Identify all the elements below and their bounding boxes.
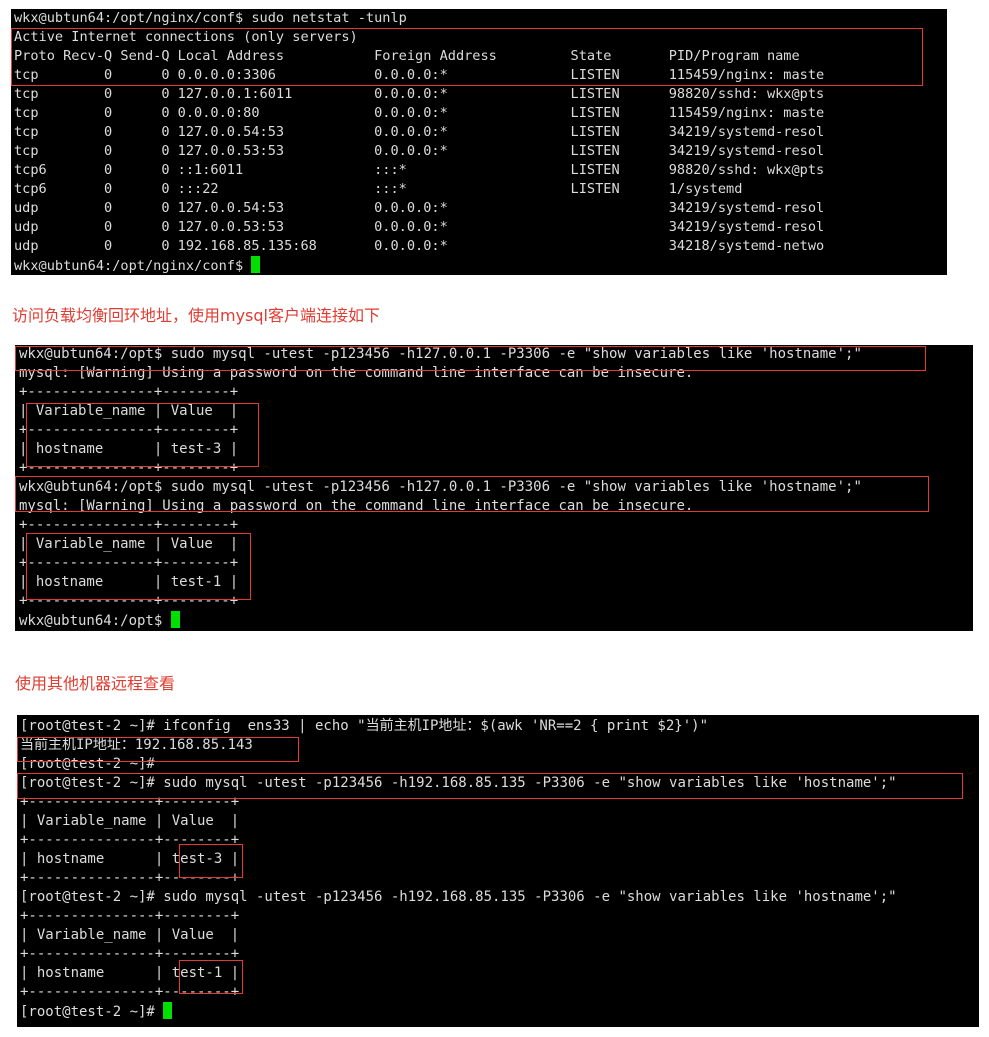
prompt-text: wkx@ubtun64:/opt$ <box>19 613 171 629</box>
cursor-block <box>251 256 261 273</box>
terminal-line: +---------------+--------+ <box>19 593 239 609</box>
terminal-line: [root@test-2 ~]# sudo mysql -utest -p123… <box>20 775 897 791</box>
caption-remote: 使用其他机器远程查看 <box>15 674 176 693</box>
terminal-line: tcp 0 0 127.0.0.54:53 0.0.0.0:* LISTEN 3… <box>14 124 825 140</box>
terminal-mysql-loopback[interactable]: wkx@ubtun64:/opt$ sudo mysql -utest -p12… <box>15 345 973 631</box>
terminal-line: Active Internet connections (only server… <box>14 29 358 45</box>
terminal-line: +---------------+--------+ <box>19 384 239 400</box>
terminal-line: 当前主机IP地址：192.168.85.143 <box>20 737 253 753</box>
terminal-line: | Variable_name | Value | <box>19 536 239 552</box>
terminal-line: udp 0 0 127.0.0.54:53 0.0.0.0:* 34219/sy… <box>14 200 825 216</box>
terminal-line: udp 0 0 192.168.85.135:68 0.0.0.0:* 3421… <box>14 238 825 254</box>
terminal-line: +---------------+--------+ <box>19 460 239 476</box>
terminal-line: tcp 0 0 0.0.0.0:80 0.0.0.0:* LISTEN 1154… <box>14 105 825 121</box>
terminal-line: tcp 0 0 127.0.0.53:53 0.0.0.0:* LISTEN 3… <box>14 143 825 159</box>
terminal-line: udp 0 0 127.0.0.53:53 0.0.0.0:* 34219/sy… <box>14 219 825 235</box>
terminal-line: | hostname | test-1 | <box>19 574 239 590</box>
terminal-line: wkx@ubtun64:/opt$ sudo mysql -utest -p12… <box>19 346 862 362</box>
terminal-line: mysql: [Warning] Using a password on the… <box>19 498 694 514</box>
terminal-line: wkx@ubtun64:/opt$ sudo mysql -utest -p12… <box>19 479 862 495</box>
terminal-mysql-remote[interactable]: [root@test-2 ~]# ifconfig ens33 | echo "… <box>17 715 979 1027</box>
terminal-line: Proto Recv-Q Send-Q Local Address Foreig… <box>14 48 800 64</box>
terminal-line: | Variable_name | Value | <box>20 813 240 829</box>
terminal-line: | hostname | test-3 | <box>20 851 240 867</box>
terminal-line: +---------------+--------+ <box>20 984 240 1000</box>
terminal-prompt-line[interactable]: wkx@ubtun64:/opt$ <box>19 611 973 630</box>
terminal-line: +---------------+--------+ <box>20 870 240 886</box>
prompt-text: [root@test-2 ~]# <box>20 1004 164 1020</box>
terminal-line: +---------------+--------+ <box>19 555 239 571</box>
terminal-line: +---------------+--------+ <box>20 908 240 924</box>
prompt-text: wkx@ubtun64:/opt/nginx/conf$ <box>14 258 252 274</box>
cursor-block <box>163 1002 173 1019</box>
cursor-block <box>170 611 180 628</box>
terminal-line: +---------------+--------+ <box>19 517 239 533</box>
terminal-line: +---------------+--------+ <box>19 422 239 438</box>
terminal-line: +---------------+--------+ <box>20 946 240 962</box>
terminal-line: tcp6 0 0 ::1:6011 :::* LISTEN 98820/sshd… <box>14 162 825 178</box>
terminal-line: [root@test-2 ~]# sudo mysql -utest -p123… <box>20 889 897 905</box>
terminal-prompt-line[interactable]: wkx@ubtun64:/opt/nginx/conf$ <box>14 256 947 275</box>
terminal-line: | hostname | test-3 | <box>19 441 239 457</box>
terminal-line: tcp 0 0 0.0.0.0:3306 0.0.0.0:* LISTEN 11… <box>14 67 825 83</box>
caption-loopback: 访问负载均衡回环地址，使用mysql客户端连接如下 <box>12 306 380 325</box>
terminal-line: mysql: [Warning] Using a password on the… <box>19 365 694 381</box>
terminal-line: tcp 0 0 127.0.0.1:6011 0.0.0.0:* LISTEN … <box>14 86 825 102</box>
terminal-netstat[interactable]: wkx@ubtun64:/opt/nginx/conf$ sudo netsta… <box>11 9 947 275</box>
terminal-line: tcp6 0 0 :::22 :::* LISTEN 1/systemd <box>14 181 743 197</box>
terminal-line: [root@test-2 ~]# <box>20 756 155 772</box>
terminal-line: | Variable_name | Value | <box>20 927 240 943</box>
terminal-line: [root@test-2 ~]# ifconfig ens33 | echo "… <box>20 718 709 734</box>
terminal-line: | Variable_name | Value | <box>19 403 239 419</box>
terminal-line: wkx@ubtun64:/opt/nginx/conf$ sudo netsta… <box>14 10 407 26</box>
terminal-line: +---------------+--------+ <box>20 832 240 848</box>
terminal-line: | hostname | test-1 | <box>20 965 240 981</box>
terminal-prompt-line[interactable]: [root@test-2 ~]# <box>20 1002 979 1021</box>
terminal-line: +---------------+--------+ <box>20 794 240 810</box>
